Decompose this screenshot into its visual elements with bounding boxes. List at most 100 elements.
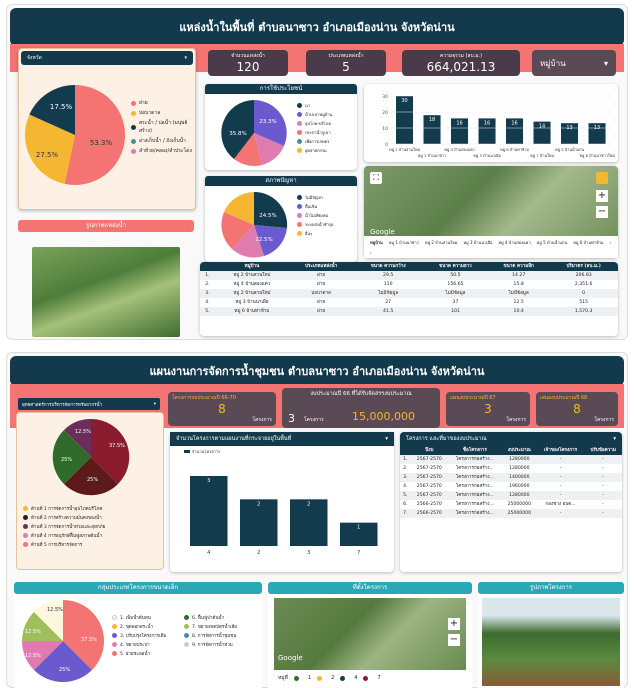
small-label-4: 12.5% [25, 629, 41, 635]
map-zoom-in-button[interactable]: + [448, 618, 460, 630]
legend-item: 7. ขยายเขตบัตรน้ำเสีย [192, 625, 237, 630]
project-bar-category-2: 3 [307, 550, 310, 556]
problem-card: สภาพปัญหา 24.5% 22.5% ไม่มีปัญหา ตื้นเขิ… [205, 176, 357, 262]
table-header[interactable]: ชื่อโครงการ [447, 446, 502, 455]
small-project-pie: 37.5% 25% 12.5% 12.5% 12.5% [21, 600, 105, 683]
table-cell: 10.4 [488, 307, 550, 316]
small-label-1: 37.5% [81, 637, 97, 643]
province-label: จังหวัด [27, 55, 42, 61]
kpi-label: จำนวนแหล่งน้ำ [231, 53, 265, 59]
legend-item: ไม่มีปัญหา [305, 195, 324, 200]
chevron-left-icon[interactable]: ‹ [610, 240, 612, 245]
bar-category-7: หมู่ 8 บ้านนาซาวใหม่ [579, 153, 615, 158]
table-header[interactable]: ประเภทแหล่งน้ำ [288, 262, 354, 271]
kpi-value: 5 [342, 60, 350, 74]
table-header[interactable]: ปริมาตร (ลบ.ม.) [549, 262, 618, 271]
table-header[interactable] [400, 446, 411, 455]
table-cell: ไม่มีข้อมูล [422, 289, 489, 298]
table-cell: - [536, 455, 585, 464]
usage-title: การใช้ประโยชน์ [205, 84, 357, 94]
table-header[interactable]: ขนาด ความกว้าง [353, 262, 423, 271]
table-cell: - [584, 473, 622, 482]
table-row[interactable]: 6. 2566-2570 โครงการก่อสร้าง... 25000000 กอง… [400, 500, 622, 509]
map-legend-label: หมู่ที่ [278, 675, 288, 681]
table-row[interactable]: 4. 2567-2570 โครงการก่อสร้าง... 1960000 - - [400, 482, 622, 491]
table-cell: ฝาย [317, 282, 326, 287]
dashboard-header-2: แผนงานการจัดการน้ำชุมชน ตำบลนาซาว อำเภอเ… [10, 356, 624, 386]
project-bar-value-1: 2 [257, 501, 260, 507]
legend-item: 9. การจัดการน้ำท่วม [192, 643, 233, 648]
table-header[interactable] [200, 262, 215, 271]
table-row[interactable]: 3. หมู่ 2 บ้านสวนใหม่ บ่อบาดาล ไม่มีข้อมูลไ… [200, 289, 618, 298]
strategy-pie-card: 37.5% 25% 25% 12.5% ด้านที่ 1 การจัดการน… [16, 412, 164, 570]
table-cell: 41.5 [353, 307, 423, 316]
table-row[interactable]: 1. หมู่ 2 บ้านสวนใหม่ ฝาย 29.5 50.5 14.27 206.… [200, 271, 618, 280]
project-photo [482, 598, 620, 686]
problem-label-2: 22.5% [255, 237, 272, 243]
kpi-count: 3 [288, 412, 295, 425]
chevron-right-icon[interactable]: › [370, 250, 372, 255]
table-cell: 515 [579, 300, 589, 305]
table-row[interactable]: 7. 2566-2570 โครงการก่อสร้าง... 25000000- - [400, 509, 622, 518]
usage-legend: นา น้ำปะปาหมู่บ้าน อุปโภค-บริโภค ประปาน้… [297, 100, 355, 156]
table-header[interactable]: เจ้าของโครงการ [536, 446, 585, 455]
legend-item: ด้านที่ 1 การจัดการน้ำอุปโภคบริโภค [31, 507, 103, 512]
map-zoom-out-button[interactable]: − [448, 634, 460, 646]
table-cell: - [559, 466, 562, 471]
table-cell: 7. [400, 509, 411, 518]
legend-item: อ่างเก็บน้ำ / ถังเก็บน้ำ [139, 138, 186, 144]
kpi-unit: โครงการ [252, 417, 272, 423]
table-cell: หมู่ 4 บ้านสองแคว [233, 282, 271, 287]
table-row[interactable]: 3. 2567-2570 โครงการก่อสร้าง... 1400000- - [400, 473, 622, 482]
table-row[interactable]: 2. หมู่ 4 บ้านสองแคว ฝาย 110 156.65 15.8 2,351… [200, 280, 618, 289]
legend-item: 5. ฝายชะลอน้ำ [120, 652, 151, 657]
table-row[interactable]: 4. หมู่ 3 บ้านนาเผือ ฝาย 27 37 12.5 515 [200, 298, 618, 307]
table-cell: 5. [200, 307, 215, 316]
problem-pie: 24.5% 22.5% [221, 191, 288, 258]
map-legend: หมู่บ้าน หมู่ 1 บ้านนาซาว หมู่ 2 บ้านสวน… [364, 236, 618, 258]
y-tick-1: 20 [382, 110, 388, 116]
strategy-label: ยุทธศาสตร์การบริหารจัดการทรัพยากรน้ำ [22, 402, 103, 408]
legend-item: หมู่ 4 บ้านสองแคว [498, 240, 531, 246]
table-row[interactable]: 5. 2567-2570 โครงการก่อสร้าง... 1280000- - [400, 491, 622, 500]
village-bar-card: 30 หมู่ 2 บ้านสวนใหม่ 18 หมู่ 1 บ้านนาซาว 16… [364, 84, 618, 162]
table-cell: 4. [205, 300, 210, 305]
table-cell: 6. [403, 502, 408, 507]
strategy-dropdown[interactable]: ยุทธศาสตร์การบริหารจัดการทรัพยากรน้ำ ▾ [18, 398, 160, 410]
project-map[interactable]: + − Google [274, 598, 466, 670]
project-map-card: ที่ตั้งโครงการ + − Google หมู่ที่ 1 2 4 … [268, 582, 472, 688]
kpi-propose-68: เสนองบประมาณปี 68 8 โครงการ [536, 392, 618, 426]
legend-item: อุตสาหกรรม [305, 148, 327, 153]
table-row[interactable]: 5. หมู่ 6 บ้านท่าข้าม ฝาย 41.5 101 10.4 1,570.… [200, 307, 618, 316]
table-header[interactable]: ปีงบ [410, 446, 448, 455]
legend-item: 4. ขยายประปา [120, 643, 150, 648]
table-cell: ฝาย [288, 271, 354, 280]
table-header[interactable]: ขนาด ความยาว [422, 262, 489, 271]
village-dropdown[interactable]: หมู่บ้าน ▾ [532, 50, 616, 76]
project-table-dropdown[interactable]: โครงการ และที่มาของงบประมาณ ▾ [400, 432, 622, 446]
map-layer-icon[interactable]: ⛶ [370, 172, 382, 184]
table-row[interactable]: 2. 2567-2570 โครงการก่อสร้าง... 1280000 - - [400, 464, 622, 473]
bar-value-2: 16 [456, 120, 462, 126]
project-bar-dropdown[interactable]: จำนวนโครงการตามแผนงานที่กระจายอยู่ในพื้น… [170, 432, 394, 446]
table-header[interactable]: ปรับข้อความ [584, 446, 622, 455]
table-cell: - [584, 509, 622, 518]
map-zoom-out-button[interactable]: − [596, 206, 608, 218]
table-header[interactable]: ขนาด ความลึก [488, 262, 550, 271]
water-source-table: หมู่บ้าน ประเภทแหล่งน้ำ ขนาด ความกว้าง ขนาด… [200, 262, 618, 336]
province-dropdown[interactable]: จังหวัด ▾ [21, 51, 193, 65]
map-zoom-in-button[interactable]: + [596, 190, 608, 202]
pegman-icon[interactable] [596, 172, 608, 184]
map-google-logo: Google [278, 654, 303, 662]
table-cell: 2. [205, 282, 210, 287]
bar-category-2: หมู่ 4 บ้านสองแคว [444, 147, 475, 152]
small-project-title: กลุ่มประเภทโครงการขนาดเล็ก [14, 582, 262, 594]
table-header[interactable]: หมู่บ้าน [214, 262, 289, 271]
kpi-label: งบประมาณปี 66 ที่ได้รับจัดสรรงบประมาณ [310, 391, 412, 397]
table-cell: หมู่ 3 บ้านนาเผือ [235, 300, 269, 305]
table-cell: - [536, 473, 585, 482]
table-row[interactable]: 1. 2567-2570 โครงการก่อสร้าง... 1280000- - [400, 455, 622, 464]
table-header[interactable]: งบประมาณ [501, 446, 537, 455]
small-label-3: 12.5% [25, 653, 41, 659]
project-map-legend: หมู่ที่ 1 2 4 7 [278, 674, 381, 682]
